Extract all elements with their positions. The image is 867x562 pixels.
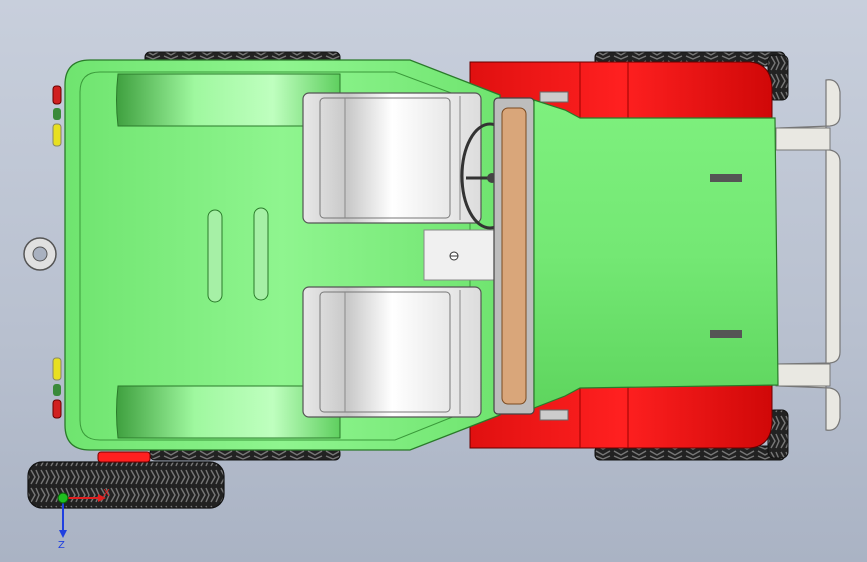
center-console[interactable]	[423, 229, 495, 281]
tail-light-left	[52, 85, 62, 147]
seat-passenger[interactable]	[302, 286, 482, 418]
hood-green[interactable]	[533, 99, 779, 409]
jeep-model-svg[interactable]: X Z	[0, 0, 867, 562]
triad-x-label: X	[103, 488, 110, 499]
front-bumper[interactable]	[775, 79, 841, 431]
tow-hitch[interactable]	[23, 237, 57, 271]
seat-driver[interactable]	[302, 92, 482, 224]
tail-light-right	[52, 357, 62, 419]
cad-graphics-viewport[interactable]: X Z	[0, 0, 867, 562]
triad-z-label: Z	[58, 540, 65, 551]
